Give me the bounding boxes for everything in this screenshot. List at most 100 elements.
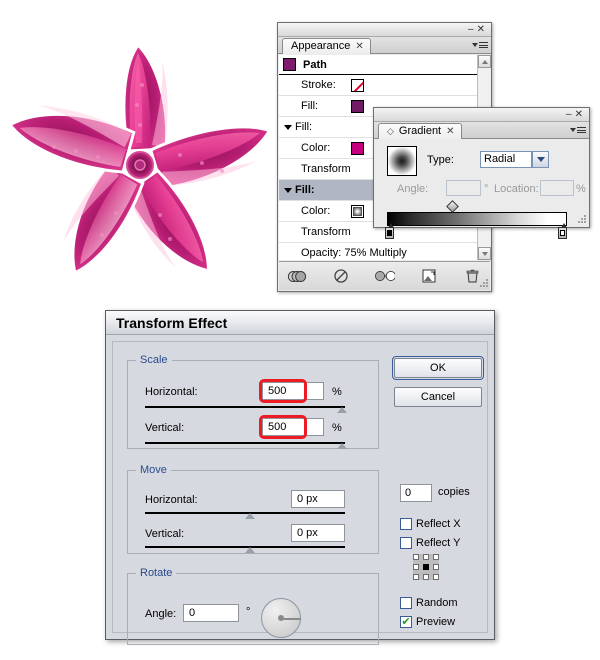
transform-dialog-titlebar[interactable]: Transform Effect [106, 311, 494, 335]
rotate-angle-input[interactable]: 0 [183, 604, 239, 622]
minimize-icon[interactable]: – [468, 24, 477, 35]
random-checkbox-box[interactable] [400, 597, 412, 609]
reflect-y-label: Reflect Y [416, 537, 461, 549]
scroll-up-button[interactable] [478, 55, 491, 68]
rotate-legend: Rotate [140, 567, 173, 579]
scale-vertical-slider-thumb[interactable] [337, 443, 347, 449]
stroke-none-swatch[interactable] [351, 78, 364, 92]
scale-horizontal-unit: % [332, 386, 342, 398]
gradient-angle-input[interactable] [446, 180, 481, 196]
scale-horizontal-slider-thumb[interactable] [337, 407, 347, 413]
gradient-panel-menu-icon[interactable] [570, 124, 586, 136]
minimize-icon[interactable]: – [566, 109, 575, 120]
fill-group-2-label: Fill: [295, 184, 315, 196]
gradient-tabrow: ◇ Gradient ✕ [374, 122, 589, 139]
preview-checkbox[interactable]: Preview [400, 616, 455, 628]
rotate-angle-dial[interactable] [261, 598, 301, 638]
appearance-panel-menu-icon[interactable] [472, 39, 488, 51]
gradient-midpoint-handle[interactable] [446, 200, 459, 213]
reflect-y-checkbox-box[interactable] [400, 537, 412, 549]
move-vertical-slider-thumb[interactable] [245, 547, 255, 553]
scale-horizontal-slider-track[interactable] [145, 406, 345, 408]
rotate-angle-unit: ° [246, 606, 251, 618]
cancel-button[interactable]: Cancel [394, 387, 482, 407]
fill-label: Fill: [301, 100, 319, 112]
tab-close-icon[interactable]: ✕ [355, 39, 363, 54]
gradient-angle-label: Angle: [397, 183, 429, 195]
move-horizontal-label: Horizontal: [145, 494, 198, 506]
gradient-location-input[interactable] [540, 180, 574, 196]
fill-1-color-label: Color: [301, 142, 331, 154]
gradient-preview-thumbnail[interactable] [387, 146, 417, 176]
scale-legend: Scale [140, 354, 168, 366]
rotate-angle-label: Angle: [145, 608, 177, 620]
gradient-angle-unit: ° [484, 183, 489, 195]
reference-point-grid-icon[interactable] [413, 554, 439, 580]
gradient-stop-white[interactable] [558, 223, 567, 239]
preview-checkbox-box[interactable] [400, 616, 412, 628]
gradient-panel-titlebar[interactable]: –✕ [374, 108, 589, 122]
chevron-down-icon[interactable] [532, 151, 549, 168]
move-vertical-input[interactable]: 0 px [291, 524, 345, 542]
scale-horizontal-input[interactable]: 500 [262, 382, 324, 400]
move-horizontal-slider-thumb[interactable] [245, 513, 255, 519]
resize-grip-icon[interactable] [577, 215, 586, 224]
gradient-location-label: Location: [494, 183, 539, 195]
tab-appearance-label: Appearance [291, 40, 351, 52]
add-new-stroke-icon[interactable] [287, 267, 307, 285]
preview-label: Preview [416, 616, 456, 628]
reflect-y-checkbox[interactable]: Reflect Y [400, 537, 460, 549]
appearance-toolbar[interactable] [279, 261, 490, 290]
rotate-group: Rotate [127, 567, 379, 645]
fill-2-color-label: Color: [301, 205, 331, 217]
disclosure-triangle-icon[interactable] [284, 124, 292, 130]
tab-appearance[interactable]: Appearance ✕ [282, 38, 371, 54]
fill-1-transform-label: Transform [301, 163, 351, 175]
ok-button[interactable]: OK [392, 356, 484, 380]
fill-group-1-label: Fill: [295, 121, 313, 133]
clear-appearance-icon[interactable] [331, 267, 351, 285]
fill-2-gradient-swatch[interactable] [351, 204, 364, 218]
transform-effect-dialog[interactable]: Transform Effect Scale Horizontal: 500 %… [105, 310, 495, 645]
fill-1-color-swatch[interactable] [351, 141, 364, 155]
starfish-illustration [0, 20, 290, 300]
gradient-window-buttons[interactable]: –✕ [566, 108, 586, 121]
random-checkbox[interactable]: Random [400, 597, 458, 609]
gradient-ramp[interactable] [387, 212, 567, 226]
move-vertical-label: Vertical: [145, 528, 185, 540]
copies-input[interactable]: 0 [400, 484, 432, 502]
move-horizontal-input[interactable]: 0 px [291, 490, 345, 508]
tab-gradient-label: Gradient [398, 125, 442, 137]
copies-label: copies [438, 486, 470, 498]
close-icon[interactable]: ✕ [477, 24, 488, 35]
gradient-stop-black[interactable] [385, 223, 394, 239]
gradient-panel[interactable]: –✕ ◇ Gradient ✕ Type: Radial Angle: ° Lo… [373, 107, 590, 239]
appearance-row-fill-2-opacity[interactable]: Opacity: 75% Multiply [279, 243, 477, 260]
scale-horizontal-label: Horizontal: [145, 386, 198, 398]
tab-close-icon[interactable]: ✕ [446, 124, 454, 139]
scale-vertical-slider-track[interactable] [145, 442, 345, 444]
gradient-type-select[interactable]: Radial [480, 151, 532, 168]
path-label: Path [303, 58, 327, 71]
appearance-window-buttons[interactable]: –✕ [468, 23, 488, 36]
disclosure-triangle-icon[interactable] [284, 187, 292, 193]
appearance-tabrow: Appearance ✕ [278, 37, 491, 54]
resize-grip-icon[interactable] [479, 279, 488, 288]
reflect-x-checkbox[interactable]: Reflect X [400, 518, 461, 530]
appearance-panel-titlebar[interactable]: –✕ [278, 23, 491, 37]
duplicate-item-icon[interactable] [374, 267, 395, 285]
appearance-row-path[interactable]: Path [279, 55, 477, 75]
tab-gradient[interactable]: ◇ Gradient ✕ [378, 123, 462, 139]
appearance-row-stroke[interactable]: Stroke: [279, 75, 477, 96]
reflect-x-checkbox-box[interactable] [400, 518, 412, 530]
path-color-swatch[interactable] [283, 58, 296, 71]
scroll-down-button[interactable] [478, 247, 491, 260]
new-art-icon[interactable] [419, 267, 439, 285]
close-icon[interactable]: ✕ [575, 109, 586, 120]
fill-2-transform-label: Transform [301, 226, 351, 238]
fill-color-swatch[interactable] [351, 99, 364, 113]
gradient-panel-body: Type: Radial Angle: ° Location: % [375, 140, 588, 239]
reflect-x-label: Reflect X [416, 518, 461, 530]
scale-vertical-input[interactable]: 500 [262, 418, 324, 436]
gradient-location-unit: % [576, 183, 586, 195]
